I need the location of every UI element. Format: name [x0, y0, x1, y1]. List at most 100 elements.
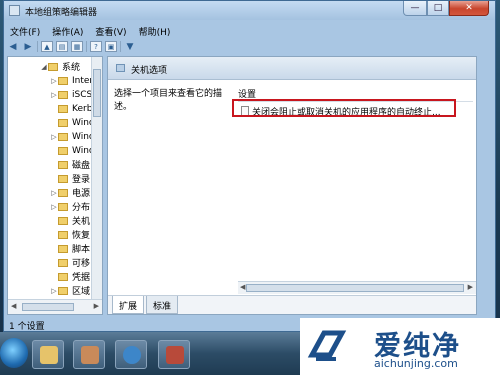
folder-icon: [58, 174, 68, 183]
folder-icon: [48, 62, 58, 71]
tree-expand-icon[interactable]: ▷: [50, 189, 58, 197]
back-arrow-icon[interactable]: ◀: [7, 41, 19, 52]
forward-arrow-icon[interactable]: ▶: [22, 41, 34, 52]
watermark-logo-icon: [307, 330, 347, 361]
description-text: 选择一个项目来查看它的描述。: [114, 89, 223, 112]
taskbar-button-explorer[interactable]: [32, 340, 64, 369]
red-highlight-box: [232, 99, 456, 117]
folder-icon: [58, 216, 68, 225]
watermark: 爱纯净 aichunjing.com: [300, 318, 500, 375]
tree-horizontal-scrollbar[interactable]: ◀ ▶: [8, 299, 102, 314]
folder-icon: [116, 64, 125, 72]
show-hide-tree-icon[interactable]: ▤: [56, 41, 68, 52]
folder-icon: [58, 244, 68, 253]
tree-item-label: 脚本: [72, 245, 91, 255]
content-pane: 关机选项 选择一个项目来查看它的描述。 设置 关闭会阻止或取消关机的应用程序的自…: [107, 56, 477, 315]
folder-icon: [58, 104, 68, 113]
tree-horizontal-scroll-thumb[interactable]: [22, 303, 74, 311]
folder-icon: [58, 132, 68, 141]
tree-item-label: 可移: [72, 259, 91, 269]
properties-icon[interactable]: ▣: [105, 41, 117, 52]
export-list-icon[interactable]: ▦: [71, 41, 83, 52]
scroll-right-icon[interactable]: ▶: [468, 283, 473, 291]
folder-icon: [58, 90, 68, 99]
maximize-button[interactable]: □: [427, 1, 449, 16]
group-policy-editor-window: 本地组策略编辑器 — □ ✕ 文件(F) 操作(A) 查看(V) 帮助(H) ◀…: [3, 0, 496, 332]
tree-expand-icon[interactable]: ▷: [50, 287, 58, 295]
tree-item[interactable]: 脚本: [50, 242, 90, 255]
close-button[interactable]: ✕: [449, 1, 489, 16]
menu-action[interactable]: 操作(A): [46, 23, 89, 38]
tree-item-label: 分布: [72, 203, 91, 213]
folder-icon: [58, 286, 68, 295]
tree-item-label: 电源: [72, 189, 91, 199]
menu-help[interactable]: 帮助(H): [133, 23, 177, 38]
title-bar[interactable]: 本地组策略编辑器 — □ ✕: [4, 1, 495, 20]
menu-view[interactable]: 查看(V): [89, 23, 132, 38]
tree-vertical-scrollbar[interactable]: [91, 57, 102, 300]
help-icon[interactable]: ?: [90, 41, 102, 52]
window-title: 本地组策略编辑器: [25, 8, 98, 18]
app-icon: [9, 5, 20, 16]
tree-item-label: 恢复: [72, 231, 91, 241]
tree-item-label: 凭据: [72, 273, 91, 283]
start-button[interactable]: [0, 338, 28, 368]
content-title: 关机选项: [131, 66, 168, 76]
tree-item[interactable]: ▷ 区域: [50, 284, 90, 297]
folder-icon: [58, 258, 68, 267]
tree-item[interactable]: 可移: [50, 256, 90, 269]
tree-item-label: 磁盘: [72, 161, 91, 171]
tree-expand-icon[interactable]: ▷: [50, 91, 58, 99]
caption-buttons: — □ ✕: [403, 1, 489, 16]
up-folder-icon[interactable]: ▲: [41, 41, 53, 52]
tree-item[interactable]: 登录: [50, 172, 90, 185]
tree-item[interactable]: Winc: [50, 144, 94, 157]
taskbar-button-policy-editor[interactable]: [158, 340, 190, 369]
toolbar-separator: [120, 41, 121, 52]
tree-item-label: 登录: [72, 175, 91, 185]
filter-icon[interactable]: ▼: [124, 41, 136, 52]
tree-item[interactable]: ▷ iSCSI: [50, 88, 95, 101]
scroll-left-icon[interactable]: ◀: [240, 283, 245, 291]
folder-icon: [58, 202, 68, 211]
folder-icon: [40, 346, 58, 364]
scroll-left-icon[interactable]: ◀: [11, 302, 16, 310]
toolbar: ◀ ▶ ▲ ▤ ▦ ? ▣ ▼: [4, 39, 495, 54]
minimize-button[interactable]: —: [403, 1, 427, 16]
tree-expand-icon[interactable]: ▷: [50, 203, 58, 211]
tree-expand-icon[interactable]: ◢: [40, 63, 48, 71]
media-player-icon: [81, 346, 99, 364]
tab-standard[interactable]: 标准: [146, 296, 179, 314]
scroll-right-icon[interactable]: ▶: [94, 302, 99, 310]
tree-item[interactable]: Winc: [50, 116, 94, 129]
taskbar-button-media[interactable]: [73, 340, 105, 369]
tree-expand-icon[interactable]: ▷: [50, 133, 58, 141]
tree-item[interactable]: ▷ 电源: [50, 186, 90, 199]
folder-icon: [58, 76, 68, 85]
content-horizontal-scroll-thumb[interactable]: [246, 284, 464, 292]
browser-icon: [123, 346, 141, 364]
content-header: 关机选项: [108, 57, 476, 80]
view-tabs: 扩展 标准: [108, 295, 476, 314]
tree-item[interactable]: 磁盘: [50, 158, 90, 171]
content-horizontal-scrollbar[interactable]: ◀ ▶: [238, 281, 476, 294]
tree-expand-icon[interactable]: ▷: [50, 77, 58, 85]
tree-item[interactable]: Kerb: [50, 102, 92, 115]
taskbar-button-browser[interactable]: [115, 340, 147, 369]
tree-vertical-scroll-thumb[interactable]: [93, 69, 101, 117]
tree-item-system[interactable]: ◢ 系统: [40, 60, 80, 73]
tree-item[interactable]: ▷ 分布: [50, 200, 90, 213]
tree-item-shutdown[interactable]: 关机: [50, 214, 90, 227]
tree-item-label: 系统: [62, 63, 81, 73]
tree-item[interactable]: 凭据: [50, 270, 90, 283]
tab-extended[interactable]: 扩展: [112, 296, 145, 314]
tree-item[interactable]: 恢复: [50, 228, 90, 241]
folder-icon: [58, 272, 68, 281]
tree-item[interactable]: ▷ Winc: [50, 130, 94, 143]
tree-item[interactable]: ▷ Inter: [50, 74, 93, 87]
menu-file[interactable]: 文件(F): [4, 23, 46, 38]
menu-bar: 文件(F) 操作(A) 查看(V) 帮助(H): [4, 23, 495, 38]
policy-editor-icon: [166, 346, 184, 364]
toolbar-separator: [86, 41, 87, 52]
navigation-tree: ◢ 系统 ▷ Inter ▷ iSCSI Kerb Winc ▷ Winc Wi…: [7, 56, 103, 315]
